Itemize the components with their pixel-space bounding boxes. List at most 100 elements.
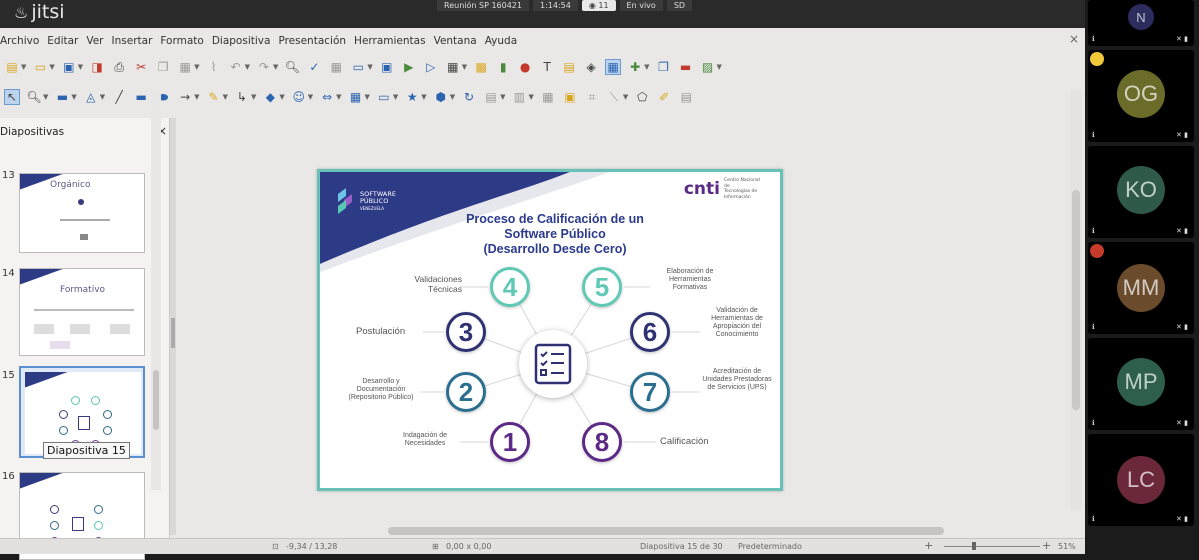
close-document-button[interactable]: × <box>1069 32 1079 46</box>
zoom-slider-thumb[interactable] <box>972 542 976 550</box>
block-arrows-icon[interactable]: ⇔ <box>319 89 335 105</box>
participant-tile[interactable]: MP ℹ ✕ ▮ <box>1088 338 1194 430</box>
chevron-down-icon[interactable]: ▼ <box>251 93 256 101</box>
symbol-shapes-icon[interactable]: ☺ <box>291 89 307 105</box>
participant-tile[interactable]: N ℹ ✕ ▮ <box>1088 0 1194 46</box>
callouts-icon[interactable]: ▭ <box>376 89 392 105</box>
display-views-icon[interactable]: ▭ <box>350 59 366 75</box>
grid-icon[interactable]: ▦ <box>328 59 344 75</box>
master-slide-icon[interactable]: ▣ <box>379 59 395 75</box>
find-replace-icon[interactable]: 🔍︎ <box>284 59 300 75</box>
zoom-out-button[interactable]: + <box>1042 539 1051 552</box>
recording-indicator[interactable]: ◉ 11 <box>581 0 616 11</box>
chevron-down-icon[interactable]: ▼ <box>623 93 628 101</box>
chevron-down-icon[interactable]: ▼ <box>49 63 54 71</box>
chevron-down-icon[interactable]: ▼ <box>462 63 467 71</box>
chevron-down-icon[interactable]: ▼ <box>279 93 284 101</box>
slide-thumbnail-13[interactable]: Orgánico <box>19 173 145 253</box>
slide-layout-icon[interactable]: ▨ <box>700 59 716 75</box>
align-icon[interactable]: ▤ <box>483 89 499 105</box>
duplicate-slide-icon[interactable]: ❐ <box>656 59 672 75</box>
basic-shapes-icon[interactable]: ◆ <box>262 89 278 105</box>
chevron-down-icon[interactable]: ▼ <box>71 93 76 101</box>
chevron-down-icon[interactable]: ▼ <box>644 63 649 71</box>
show-draw-functions-icon[interactable]: ▦ <box>605 59 622 75</box>
image-icon[interactable]: ▩ <box>473 59 489 75</box>
select-arrow-icon[interactable]: ↖ <box>4 89 20 105</box>
save-icon[interactable]: ▣ <box>61 59 77 75</box>
delete-slide-icon[interactable]: ▬ <box>678 59 694 75</box>
stars-icon[interactable]: ★ <box>404 89 420 105</box>
chevron-down-icon[interactable]: ▼ <box>393 93 398 101</box>
arrange-icon[interactable]: ▥ <box>511 89 527 105</box>
connector-icon[interactable]: ↳ <box>234 89 250 105</box>
zoom-icon[interactable]: 🔍︎ <box>26 89 42 105</box>
filter-icon[interactable]: ⟍ <box>606 89 622 105</box>
cut-icon[interactable]: ✂ <box>133 59 149 75</box>
chevron-down-icon[interactable]: ▼ <box>43 93 48 101</box>
extrusion-icon[interactable]: ▤ <box>678 89 694 105</box>
chart-icon[interactable]: ▮ <box>495 59 511 75</box>
distribute-icon[interactable]: ▦ <box>540 89 556 105</box>
menu-item-0[interactable]: Archivo <box>0 32 39 50</box>
open-folder-icon[interactable]: ▭ <box>32 59 48 75</box>
shadow-icon[interactable]: ▣ <box>562 89 578 105</box>
chevron-down-icon[interactable]: ▼ <box>100 93 105 101</box>
chevron-down-icon[interactable]: ▼ <box>367 63 372 71</box>
chevron-down-icon[interactable]: ▼ <box>717 63 722 71</box>
chevron-down-icon[interactable]: ▼ <box>194 93 199 101</box>
textbox-icon[interactable]: T <box>539 59 555 75</box>
chevron-down-icon[interactable]: ▼ <box>245 63 250 71</box>
panel-resize-handle[interactable] <box>170 118 176 535</box>
chevron-down-icon[interactable]: ▼ <box>336 93 341 101</box>
flowchart-icon[interactable]: ▦ <box>348 89 364 105</box>
start-presentation-icon[interactable]: ▶ <box>401 59 417 75</box>
menu-item-7[interactable]: Herramientas <box>354 32 426 50</box>
slide-thumbnail-14[interactable]: Formativo <box>19 268 145 356</box>
chevron-down-icon[interactable]: ▼ <box>421 93 426 101</box>
chevron-down-icon[interactable]: ▼ <box>500 93 505 101</box>
clone-formatting-icon[interactable]: ⌇ <box>206 59 222 75</box>
glue-points-icon[interactable]: ✐ <box>656 89 672 105</box>
participant-tile[interactable]: KO ℹ ✕ ▮ <box>1088 146 1194 238</box>
curve-tool-icon[interactable]: ✎ <box>206 89 222 105</box>
menu-item-8[interactable]: Ventana <box>434 32 477 50</box>
menu-item-4[interactable]: Formato <box>160 32 203 50</box>
movie-icon[interactable]: ▤ <box>561 59 577 75</box>
participant-tile[interactable]: OG ℹ ✕ ▮ <box>1088 50 1194 142</box>
participant-tile[interactable]: LC ℹ ✕ ▮ <box>1088 434 1194 526</box>
fontwork-icon[interactable]: ◈ <box>583 59 599 75</box>
chevron-down-icon[interactable]: ▼ <box>78 63 83 71</box>
print-icon[interactable]: ⎙ <box>111 59 127 75</box>
rectangle-tool-icon[interactable]: ▬ <box>133 89 149 105</box>
spelling-icon[interactable]: ✓ <box>306 59 322 75</box>
export-pdf-icon[interactable]: ◨ <box>89 59 105 75</box>
new-slide-icon[interactable]: ✚ <box>627 59 643 75</box>
redo-icon[interactable]: ↷ <box>256 59 272 75</box>
chevron-down-icon[interactable]: ▼ <box>365 93 370 101</box>
menu-item-3[interactable]: Insertar <box>112 32 153 50</box>
chevron-down-icon[interactable]: ▼ <box>223 93 228 101</box>
chevron-down-icon[interactable]: ▼ <box>21 63 26 71</box>
canvas-vertical-scrollbar[interactable] <box>1070 90 1082 510</box>
quality-badge[interactable]: SD <box>666 0 693 11</box>
menu-item-9[interactable]: Ayuda <box>485 32 517 50</box>
new-document-icon[interactable]: ▤ <box>4 59 20 75</box>
menu-item-1[interactable]: Editar <box>47 32 78 50</box>
chevron-down-icon[interactable]: ▼ <box>528 93 533 101</box>
chevron-down-icon[interactable]: ▼ <box>308 93 313 101</box>
zoom-slider[interactable] <box>944 546 1040 547</box>
presentation-current-icon[interactable]: ▷ <box>423 59 439 75</box>
current-slide[interactable]: SOFTWARE PÚBLICO VENEZUELA cnti Centro N… <box>317 169 783 491</box>
line-tool-icon[interactable]: ╱ <box>111 89 127 105</box>
chevron-down-icon[interactable]: ▼ <box>273 63 278 71</box>
paste-icon[interactable]: ▦ <box>177 59 193 75</box>
undo-icon[interactable]: ↶ <box>228 59 244 75</box>
table-icon[interactable]: ▦ <box>445 59 461 75</box>
arrow-line-icon[interactable]: → <box>177 89 193 105</box>
zoom-in-button[interactable]: + <box>924 539 933 552</box>
zoom-level[interactable]: 51% <box>1058 542 1076 551</box>
live-badge[interactable]: En vivo <box>619 0 663 11</box>
fill-color-icon[interactable]: ◬ <box>83 89 99 105</box>
menu-item-2[interactable]: Ver <box>86 32 103 50</box>
